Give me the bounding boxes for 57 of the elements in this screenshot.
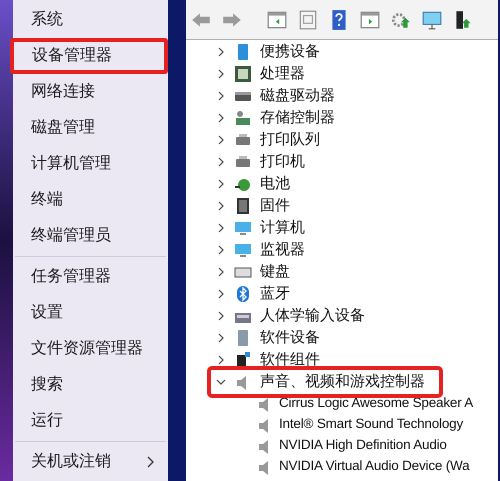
tree-item[interactable]: 打印机 bbox=[260, 150, 305, 174]
tree-item[interactable]: 声音、视频和游戏控制器 bbox=[260, 370, 425, 394]
tree-item[interactable]: 蓝牙 bbox=[260, 282, 290, 306]
component-icon bbox=[234, 351, 252, 369]
monitor-icon bbox=[234, 219, 252, 237]
document-icon[interactable] bbox=[297, 8, 319, 30]
tree-item[interactable]: 便携设备 bbox=[260, 40, 320, 64]
menu-item[interactable]: 终端 bbox=[13, 182, 168, 218]
monitor-icon bbox=[234, 241, 252, 259]
menu-item[interactable]: 搜索 bbox=[13, 367, 168, 403]
chip-icon bbox=[234, 65, 252, 83]
menu-item[interactable]: 文件资源管理器 bbox=[13, 331, 168, 367]
chevron-right-icon[interactable] bbox=[216, 113, 226, 123]
menu-item[interactable]: 系统 bbox=[13, 2, 168, 38]
chevron-right-icon[interactable] bbox=[216, 333, 226, 343]
menu-item[interactable]: 运行 bbox=[13, 403, 168, 439]
menu-item[interactable]: 设备管理器 bbox=[10, 38, 168, 74]
tree-item[interactable]: Cirrus Logic Awesome Speaker A bbox=[279, 393, 474, 414]
tree-item[interactable]: 固件 bbox=[260, 194, 290, 218]
tree-item[interactable]: 键盘 bbox=[260, 260, 290, 284]
chevron-right-icon[interactable] bbox=[216, 311, 226, 321]
chevron-right-icon[interactable] bbox=[216, 179, 226, 189]
chevron-right-icon[interactable] bbox=[216, 69, 226, 79]
tree-item[interactable]: 计算机 bbox=[260, 216, 305, 240]
menu-item[interactable]: 计算机管理 bbox=[13, 146, 168, 182]
tree-item[interactable]: NVIDIA Virtual Audio Device (Wa bbox=[279, 456, 470, 477]
menu-item[interactable]: 终端管理员 bbox=[13, 218, 168, 254]
menu-item[interactable]: 网络连接 bbox=[13, 74, 168, 110]
menu-item[interactable]: 任务管理器 bbox=[13, 259, 168, 295]
tree-item[interactable]: 人体学输入设备 bbox=[260, 304, 365, 328]
chevron-right-icon[interactable] bbox=[216, 289, 226, 299]
chevron-right-icon[interactable] bbox=[216, 355, 226, 365]
chevron-right-icon bbox=[146, 456, 154, 468]
menu-item[interactable]: 磁盘管理 bbox=[13, 110, 168, 146]
menu-item[interactable]: 关机或注销 bbox=[13, 444, 168, 480]
chevron-right-icon[interactable] bbox=[216, 267, 226, 277]
tree-item[interactable]: Intel® Smart Sound Technology bbox=[279, 414, 464, 435]
menu-item[interactable]: 设置 bbox=[13, 295, 168, 331]
tree-item[interactable]: 监视器 bbox=[260, 238, 305, 262]
chevron-right-icon[interactable] bbox=[216, 223, 226, 233]
chevron-right-icon[interactable] bbox=[216, 91, 226, 101]
tree-item[interactable]: 电池 bbox=[260, 172, 290, 196]
chevron-right-icon[interactable] bbox=[216, 245, 226, 255]
chevron-right-icon[interactable] bbox=[216, 201, 226, 211]
chevron-right-icon[interactable] bbox=[216, 157, 226, 167]
chevron-right-icon[interactable] bbox=[216, 135, 226, 145]
tree-item[interactable]: 处理器 bbox=[260, 62, 305, 86]
tree-item[interactable]: 存储控制器 bbox=[260, 106, 335, 130]
chevron-right-icon[interactable] bbox=[216, 47, 226, 57]
tree-item[interactable]: 打印队列 bbox=[260, 128, 320, 152]
tree-item[interactable]: 软件组件 bbox=[260, 348, 320, 372]
chevron-down-icon[interactable] bbox=[216, 377, 226, 387]
tree-item[interactable]: NVIDIA High Definition Audio bbox=[279, 435, 447, 456]
tree-item[interactable]: 磁盘驱动器 bbox=[260, 84, 335, 108]
tree-item[interactable]: 软件设备 bbox=[260, 326, 320, 350]
chip-icon bbox=[234, 197, 252, 215]
bluetooth-icon bbox=[234, 285, 252, 303]
